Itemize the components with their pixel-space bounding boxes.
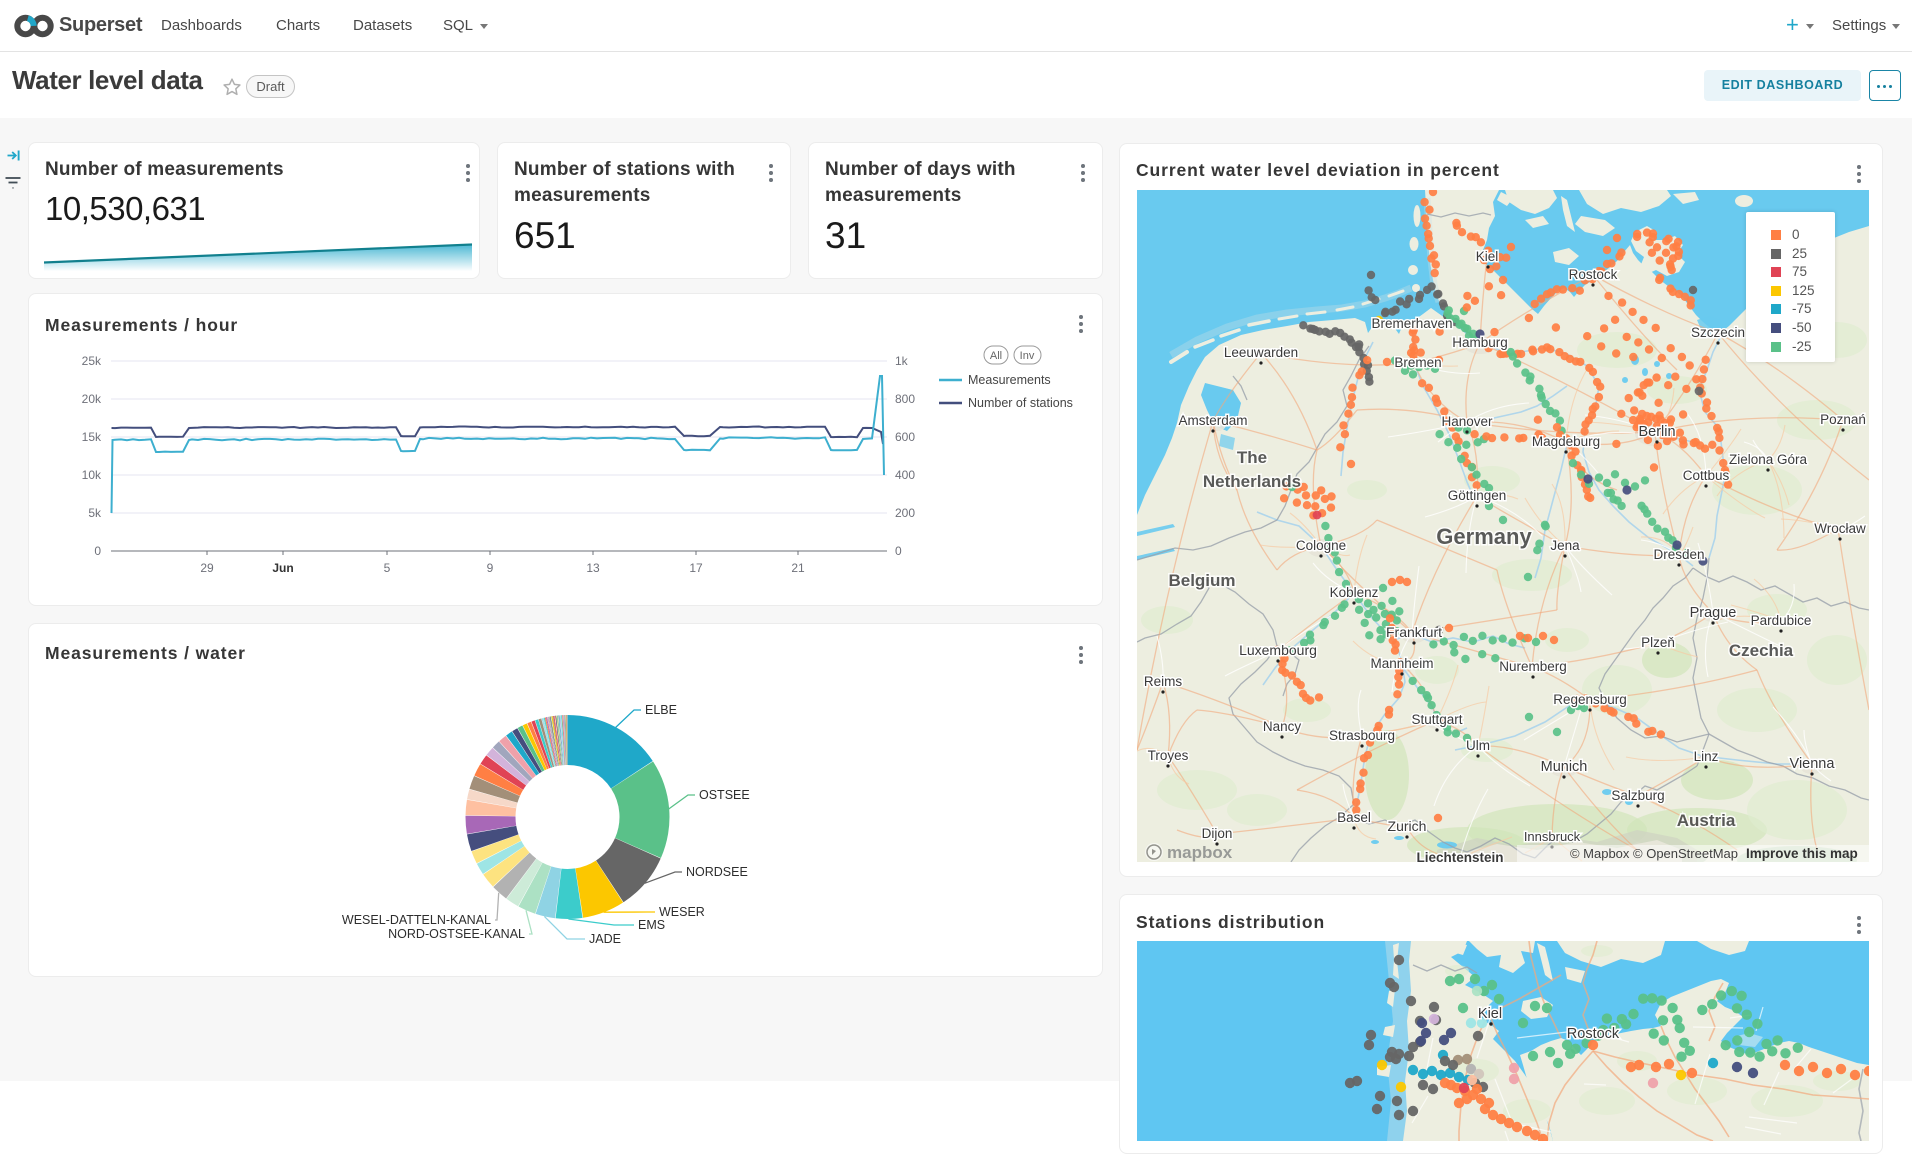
svg-text:1k: 1k [895,354,909,368]
svg-text:400: 400 [895,468,915,482]
svg-text:Ulm: Ulm [1466,738,1490,753]
svg-text:Szczecin: Szczecin [1691,325,1745,340]
svg-text:Frankfurt: Frankfurt [1386,624,1442,640]
svg-text:Bremen: Bremen [1394,355,1441,370]
svg-text:Nancy: Nancy [1263,719,1302,734]
svg-text:21: 21 [791,561,805,575]
svg-text:Koblenz: Koblenz [1330,585,1379,600]
svg-text:Leeuwarden: Leeuwarden [1224,345,1298,360]
svg-text:5: 5 [384,561,391,575]
svg-text:Czechia: Czechia [1729,641,1794,660]
svg-text:Zielona Góra: Zielona Góra [1729,452,1808,467]
svg-text:Rostock: Rostock [1569,267,1618,282]
svg-text:Strasbourg: Strasbourg [1329,728,1395,743]
svg-text:WESER: WESER [659,905,705,919]
svg-text:Stuttgart: Stuttgart [1411,712,1462,727]
svg-text:NORDSEE: NORDSEE [686,865,748,879]
svg-text:29: 29 [200,561,214,575]
svg-text:WESEL-DATTELN-KANAL: WESEL-DATTELN-KANAL [342,913,491,927]
svg-text:The: The [1237,448,1267,467]
svg-text:Innsbruck: Innsbruck [1524,829,1581,844]
svg-text:800: 800 [895,392,915,406]
svg-text:JADE: JADE [589,932,621,946]
svg-text:Zurich: Zurich [1388,818,1427,834]
svg-text:10k: 10k [82,468,102,482]
svg-text:Pardubice: Pardubice [1751,613,1812,628]
svg-text:Hamburg: Hamburg [1452,335,1508,350]
svg-text:Kiel: Kiel [1476,249,1499,264]
svg-text:Cologne: Cologne [1296,538,1346,553]
svg-text:Luxembourg: Luxembourg [1239,642,1317,658]
svg-text:5k: 5k [88,506,102,520]
svg-text:Berlin: Berlin [1638,424,1675,440]
svg-text:Magdeburg: Magdeburg [1532,434,1600,449]
svg-text:13: 13 [586,561,600,575]
svg-text:Measurements: Measurements [968,373,1051,387]
svg-text:17: 17 [689,561,703,575]
svg-text:Troyes: Troyes [1148,748,1189,763]
svg-text:Inv: Inv [1020,350,1035,362]
svg-text:Munich: Munich [1541,759,1588,775]
svg-text:15k: 15k [82,430,102,444]
svg-text:Amsterdam: Amsterdam [1178,413,1247,428]
svg-text:Improve this map: Improve this map [1746,846,1858,861]
svg-text:Netherlands: Netherlands [1203,472,1301,491]
svg-text:Poznań: Poznań [1820,412,1866,427]
svg-text:600: 600 [895,430,915,444]
svg-text:Mannheim: Mannheim [1370,656,1433,671]
svg-text:© Mapbox © OpenStreetMap: © Mapbox © OpenStreetMap [1570,846,1738,861]
svg-text:9: 9 [487,561,494,575]
svg-text:Dresden: Dresden [1653,547,1704,562]
svg-text:Linz: Linz [1694,749,1719,764]
svg-text:0: 0 [895,544,902,558]
svg-text:Prague: Prague [1690,605,1737,621]
svg-text:Cottbus: Cottbus [1683,468,1730,483]
svg-text:Austria: Austria [1677,811,1736,830]
svg-text:Germany: Germany [1436,524,1532,549]
svg-text:NORD-OSTSEE-KANAL: NORD-OSTSEE-KANAL [388,927,525,941]
svg-text:Liechtenstein: Liechtenstein [1416,850,1503,862]
svg-text:Kiel: Kiel [1478,1006,1502,1022]
svg-text:Hanover: Hanover [1441,414,1493,429]
svg-text:Plzeň: Plzeň [1641,635,1675,650]
svg-text:ELBE: ELBE [645,703,677,717]
svg-text:Göttingen: Göttingen [1448,488,1507,503]
svg-text:Number of stations: Number of stations [968,396,1073,410]
svg-text:Basel: Basel [1337,810,1371,825]
svg-text:Jun: Jun [272,561,293,575]
svg-text:All: All [990,350,1002,362]
svg-text:Regensburg: Regensburg [1553,692,1627,707]
svg-text:0: 0 [94,544,101,558]
svg-text:Nuremberg: Nuremberg [1499,659,1567,674]
svg-text:Bremerhaven: Bremerhaven [1371,316,1452,331]
svg-text:Salzburg: Salzburg [1611,788,1664,803]
svg-text:Jena: Jena [1550,538,1580,553]
svg-text:Dijon: Dijon [1202,826,1233,841]
svg-text:Wrocław: Wrocław [1814,521,1866,536]
svg-text:EMS: EMS [638,918,665,932]
svg-text:200: 200 [895,506,915,520]
svg-text:Reims: Reims [1144,674,1183,689]
svg-text:Rostock: Rostock [1567,1026,1620,1042]
svg-text:Vienna: Vienna [1790,756,1836,772]
svg-text:OSTSEE: OSTSEE [699,788,750,802]
svg-text:Belgium: Belgium [1168,571,1235,590]
svg-text:25k: 25k [82,354,102,368]
svg-text:mapbox: mapbox [1167,843,1233,862]
svg-text:20k: 20k [82,392,102,406]
